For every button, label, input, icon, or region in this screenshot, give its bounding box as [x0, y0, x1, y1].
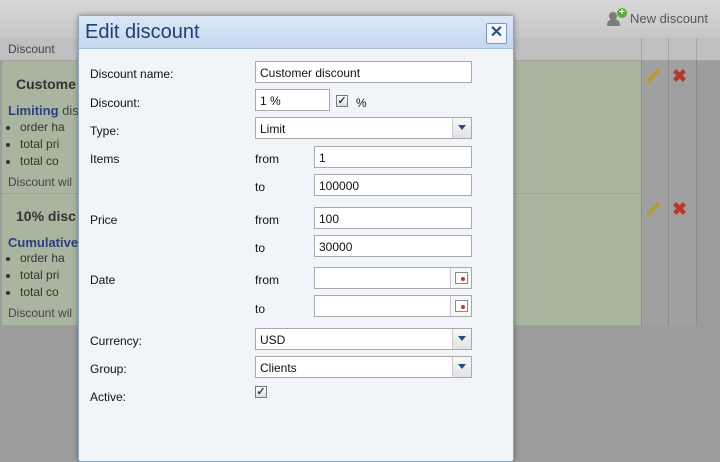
discount-note: Discount wil — [8, 306, 73, 320]
type-label: Type: — [90, 124, 120, 138]
date-from-input[interactable] — [314, 267, 472, 289]
list-item: total pri — [20, 136, 65, 153]
items-to-input[interactable]: 100000 — [314, 174, 472, 196]
discount-conditions-list: order ha total pri total co — [6, 250, 65, 301]
percent-checkbox[interactable]: ✓ — [336, 95, 348, 107]
discount-type-link[interactable]: Limiting dis — [8, 103, 79, 118]
chevron-down-icon[interactable] — [452, 329, 471, 349]
currency-label: Currency: — [90, 334, 143, 348]
items-from-label: from — [255, 152, 279, 166]
items-from-input[interactable]: 1 — [314, 146, 472, 168]
price-label: Price — [90, 213, 118, 227]
edit-pencil-icon[interactable] — [646, 69, 660, 83]
dialog-titlebar[interactable]: Edit discount ✕ — [79, 16, 513, 49]
date-label: Date — [90, 273, 116, 287]
close-icon: ✕ — [489, 24, 504, 41]
add-user-icon: + — [606, 8, 627, 26]
items-label: Items — [90, 152, 120, 166]
discount-value-input[interactable]: 1 % — [255, 89, 330, 111]
discount-conditions-list: order ha total pri total co — [6, 119, 65, 170]
edit-discount-dialog: Edit discount ✕ Discount name: Customer … — [78, 15, 514, 462]
group-select[interactable]: Clients — [255, 356, 472, 378]
dialog-title: Edit discount — [85, 21, 200, 43]
discount-name-input[interactable]: Customer discount — [255, 61, 472, 83]
list-item: order ha — [20, 250, 65, 267]
discount-type-link[interactable]: Cumulative — [8, 235, 78, 250]
discount-title: Custome — [16, 76, 76, 92]
chevron-down-icon[interactable] — [452, 357, 471, 377]
calendar-icon[interactable] — [450, 296, 471, 316]
list-item: order ha — [20, 119, 65, 136]
discount-label: Discount: — [90, 96, 141, 110]
column-header-discount: Discount — [8, 42, 55, 56]
new-discount-label: New discount — [629, 10, 708, 26]
row-actions: ✖ — [642, 194, 696, 325]
currency-selected-value: USD — [260, 333, 286, 347]
active-label: Active: — [90, 390, 127, 404]
price-to-label: to — [255, 241, 266, 255]
items-to-label: to — [255, 180, 266, 194]
delete-x-icon[interactable]: ✖ — [672, 67, 687, 85]
price-to-input[interactable]: 30000 — [314, 235, 472, 257]
currency-select[interactable]: USD — [255, 328, 472, 350]
chevron-down-icon[interactable] — [452, 118, 471, 138]
group-selected-value: Clients — [260, 361, 297, 375]
new-discount-button[interactable]: + New discount — [606, 8, 708, 26]
row-actions: ✖ — [642, 61, 696, 193]
percent-label: % — [356, 96, 367, 110]
discount-note: Discount wil — [8, 175, 73, 189]
list-item: total co — [20, 153, 65, 170]
date-to-input[interactable] — [314, 295, 472, 317]
date-from-label: from — [255, 273, 279, 287]
column-divider — [696, 60, 697, 326]
discount-title: 10% disc — [16, 208, 76, 224]
close-button[interactable]: ✕ — [486, 23, 507, 44]
price-from-label: from — [255, 213, 279, 227]
column-divider — [641, 60, 642, 326]
calendar-icon[interactable] — [450, 268, 471, 288]
group-label: Group: — [90, 362, 127, 376]
delete-x-icon[interactable]: ✖ — [672, 200, 687, 218]
column-divider — [668, 38, 669, 60]
column-divider — [696, 38, 697, 60]
list-item: total co — [20, 284, 65, 301]
column-divider — [641, 38, 642, 60]
type-select[interactable]: Limit — [255, 117, 472, 139]
type-selected-value: Limit — [260, 122, 286, 136]
date-to-label: to — [255, 302, 266, 316]
edit-pencil-icon[interactable] — [646, 202, 660, 216]
column-divider — [668, 60, 669, 326]
list-item: total pri — [20, 267, 65, 284]
price-from-input[interactable]: 100 — [314, 207, 472, 229]
discount-name-label: Discount name: — [90, 67, 174, 81]
active-checkbox[interactable]: ✓ — [255, 386, 267, 398]
